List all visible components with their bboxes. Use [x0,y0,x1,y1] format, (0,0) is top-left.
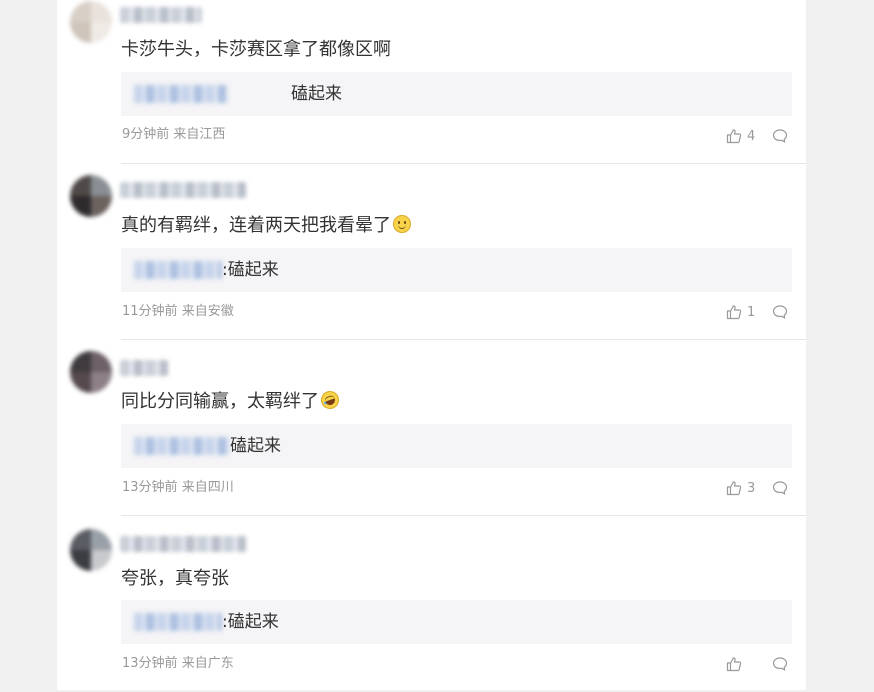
comment-time: 11分钟前 [122,304,178,319]
thumbs-up-icon [726,481,742,496]
speech-bubble-icon[interactable] [772,480,788,496]
comment-time: 13分钟前 [122,480,178,495]
reply-preview[interactable]: 磕起来 [121,72,792,116]
comment-region: 来自广东 [181,656,234,671]
comment-time: 9分钟前 [122,127,170,142]
like-button[interactable] [726,655,747,673]
comment-text: 夸张，真夸张 [121,568,229,589]
laugh-emoji-icon [318,388,342,412]
reply-text: 磕起来 [291,84,342,104]
comment-text: 真的有羁绊，连着两天把我看晕了 [121,214,411,238]
comment-meta: 9分钟前 来自江西 [122,126,225,144]
reply-text: :磕起来 [222,612,279,632]
like-count: 1 [747,304,756,320]
comment-item: 卡莎牛头，卡莎赛区拿了都像区啊 磕起来 9分钟前 来自江西 4 [57,0,806,164]
comment-meta: 11分钟前 来自安徽 [122,303,234,321]
smile-emoji-icon [393,215,411,233]
reply-text: :磕起来 [222,260,279,280]
username-blurred[interactable] [120,182,246,198]
reply-username-blurred [134,437,230,455]
reply-username-blurred [134,85,227,103]
comment-item: 夸张，真夸张 :磕起来 13分钟前 来自广东 [57,516,806,692]
thumbs-up-icon [726,305,742,320]
comment-time: 13分钟前 [122,656,178,671]
comment-item: 同比分同输赢，太羁绊了 磕起来 13分钟前 来自四川 3 [57,340,806,516]
reply-username-blurred [134,261,222,279]
like-button[interactable]: 4 [726,127,755,145]
avatar[interactable] [70,175,112,217]
reply-preview[interactable]: :磕起来 [121,600,792,644]
like-count: 3 [747,480,756,496]
comment-item: 真的有羁绊，连着两天把我看晕了 :磕起来 11分钟前 来自安徽 1 [57,164,806,340]
comment-list: 卡莎牛头，卡莎赛区拿了都像区啊 磕起来 9分钟前 来自江西 4 真的有羁绊，连着… [57,0,806,690]
like-count: 4 [747,128,756,144]
reply-preview[interactable]: 磕起来 [121,424,792,468]
avatar[interactable] [70,529,112,571]
comment-text: 卡莎牛头，卡莎赛区拿了都像区啊 [121,39,391,60]
reply-preview[interactable]: :磕起来 [121,248,792,292]
username-blurred[interactable] [120,536,246,552]
reply-username-blurred [134,613,222,631]
comment-region: 来自江西 [173,127,226,142]
comment-meta: 13分钟前 来自广东 [122,655,234,673]
like-button[interactable]: 1 [726,303,755,321]
speech-bubble-icon[interactable] [772,304,788,320]
thumbs-up-icon [726,657,742,672]
like-button[interactable]: 3 [726,479,755,497]
speech-bubble-icon[interactable] [772,128,788,144]
username-blurred[interactable] [120,7,202,23]
speech-bubble-icon[interactable] [772,656,788,672]
comment-region: 来自四川 [181,480,234,495]
username-blurred[interactable] [120,360,168,376]
avatar[interactable] [70,1,112,43]
thumbs-up-icon [726,129,742,144]
comment-region: 来自安徽 [181,304,234,319]
comment-text: 同比分同输赢，太羁绊了 [121,388,342,414]
avatar[interactable] [70,351,112,393]
reply-text: 磕起来 [230,436,281,456]
comment-meta: 13分钟前 来自四川 [122,479,234,497]
